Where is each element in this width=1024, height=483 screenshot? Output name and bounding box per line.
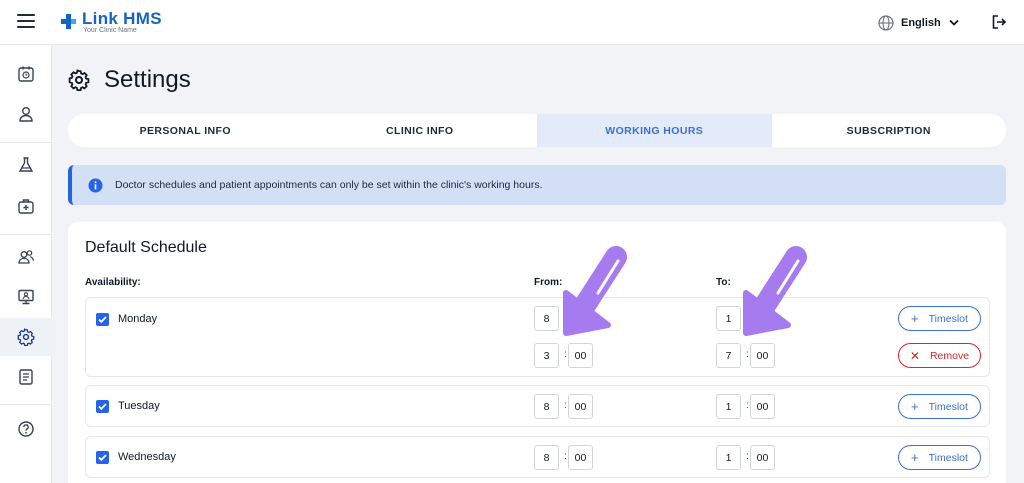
to-minute-input[interactable]: 00 [750,445,775,470]
to-minute-input[interactable]: 00 [750,394,775,419]
sidebar-divider [0,142,52,143]
sidebar-divider [0,404,52,405]
tuesday-checkbox[interactable] [96,400,109,413]
time-colon: : [564,349,567,360]
monday-checkbox[interactable] [96,313,109,326]
from-minute-input[interactable] [568,306,593,331]
sidebar-divider [0,234,52,235]
monitor-user-icon [18,289,34,305]
page-title: Settings [68,65,191,95]
default-schedule-card: Default Schedule Availability: From: To:… [68,222,1006,483]
language-selector[interactable]: English [878,14,959,32]
add-timeslot-button[interactable]: + Timeslot [898,445,981,470]
sidebar-item-reports[interactable] [0,358,52,396]
clinic-name: Your Clinic Name [83,27,137,34]
check-icon [98,316,107,324]
wednesday-checkbox[interactable] [96,451,109,464]
add-timeslot-label: Timeslot [928,312,968,325]
from-hour-input[interactable]: 8 [534,394,559,419]
availability-header: Availability: [85,277,141,288]
tab-subscription[interactable]: SUBSCRIPTION [772,114,1007,147]
info-alert: Doctor schedules and patient appointment… [68,165,1006,205]
gear-icon [68,69,90,91]
sidebar-item-lab[interactable] [0,146,52,184]
time-colon: : [746,312,749,323]
users-icon [18,250,34,264]
sidebar-item-settings[interactable] [0,318,52,356]
to-hour-input[interactable]: 1 [716,394,741,419]
from-hour-input[interactable]: 8 [534,306,559,331]
info-icon [88,178,103,192]
day-row-wednesday: Wednesday 8 : 00 1 : 00 + Timeslot [85,436,990,478]
gear-icon [17,328,35,346]
tab-clinic-info[interactable]: CLINIC INFO [303,114,538,147]
medical-kit-icon [18,199,34,214]
to-header: To: [716,277,731,288]
main-content: Settings PERSONAL INFO CLINIC INFO WORKI… [52,45,1024,483]
add-timeslot-button[interactable]: + Timeslot [898,306,981,331]
app-name: Link HMS [82,9,162,28]
user-icon [19,107,33,122]
logout-icon[interactable] [991,14,1007,30]
to-hour-input[interactable]: 7 [716,343,741,368]
globe-icon [878,15,894,31]
app-logo[interactable]: Link HMS Your Clinic Name [60,9,180,37]
to-hour-input[interactable]: 1 [716,306,741,331]
to-minute-input[interactable] [750,306,775,331]
alert-text: Doctor schedules and patient appointment… [115,179,543,191]
add-timeslot-label: Timeslot [928,400,968,413]
from-hour-input[interactable]: 8 [534,445,559,470]
add-timeslot-button[interactable]: + Timeslot [898,394,981,419]
to-hour-input[interactable]: 1 [716,445,741,470]
page-title-text: Settings [104,66,191,93]
add-timeslot-label: Timeslot [928,451,968,464]
time-colon: : [746,400,749,411]
remove-timeslot-label: Remove [929,349,970,362]
menu-icon[interactable] [17,14,35,30]
day-row-monday: Monday 8 : 1 : + Timeslot 3 : 00 7 : 00 ✕… [85,297,990,377]
tab-personal-info[interactable]: PERSONAL INFO [68,114,303,147]
time-colon: : [746,349,749,360]
day-label-wednesday: Wednesday [118,451,176,463]
day-label-tuesday: Tuesday [118,400,160,412]
report-icon [19,369,33,385]
time-colon: : [564,312,567,323]
flask-icon [18,157,34,172]
day-row-tuesday: Tuesday 8 : 00 1 : 00 + Timeslot [85,385,990,427]
check-icon [98,454,107,462]
sidebar-item-patients[interactable] [0,95,52,133]
time-colon: : [564,400,567,411]
top-bar: Link HMS Your Clinic Name English [0,0,1024,45]
settings-tabs: PERSONAL INFO CLINIC INFO WORKING HOURS … [68,114,1006,147]
remove-timeslot-button[interactable]: ✕ Remove [898,343,981,368]
time-colon: : [746,451,749,462]
day-label-monday: Monday [118,313,158,325]
help-icon [18,421,34,437]
schedule-title: Default Schedule [85,239,207,256]
language-label: English [901,17,941,29]
check-icon [98,403,107,411]
sidebar-item-appointments[interactable] [0,55,52,93]
from-header: From: [534,277,563,288]
sidebar-item-staff[interactable] [0,238,52,276]
from-hour-input[interactable]: 3 [534,343,559,368]
to-minute-input[interactable]: 00 [750,343,775,368]
from-minute-input[interactable]: 00 [568,445,593,470]
tab-working-hours[interactable]: WORKING HOURS [537,114,772,147]
sidebar [0,45,52,483]
sidebar-item-reception[interactable] [0,278,52,316]
chevron-down-icon [949,19,959,26]
calendar-clock-icon [18,66,34,82]
sidebar-item-help[interactable] [0,410,52,448]
from-minute-input[interactable]: 00 [568,394,593,419]
sidebar-item-medical[interactable] [0,187,52,225]
logo-cross-icon [61,14,76,29]
from-minute-input[interactable]: 00 [568,343,593,368]
time-colon: : [564,451,567,462]
